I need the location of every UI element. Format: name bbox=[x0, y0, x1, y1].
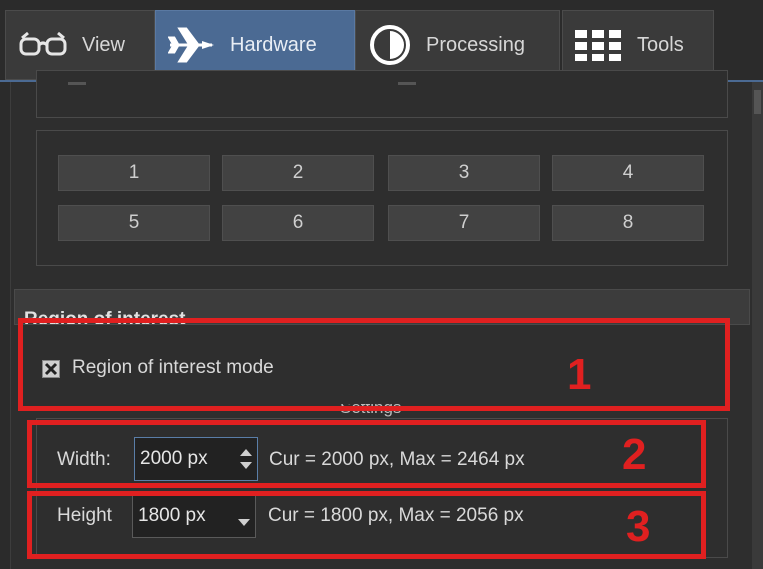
button-group-box bbox=[36, 130, 728, 266]
cut-off-control bbox=[398, 82, 416, 85]
glasses-icon bbox=[18, 30, 68, 60]
contrast-icon bbox=[368, 23, 412, 67]
button-6[interactable]: 6 bbox=[222, 205, 374, 241]
airplane-icon bbox=[168, 25, 216, 65]
annotation-number-3: 3 bbox=[626, 502, 651, 551]
scrollbar-thumb[interactable] bbox=[754, 90, 761, 114]
cut-off-control bbox=[68, 82, 86, 85]
grid-icon bbox=[573, 28, 623, 62]
tab-view-label: View bbox=[82, 33, 125, 56]
button-3[interactable]: 3 bbox=[388, 155, 540, 191]
upper-group-box bbox=[36, 70, 728, 118]
button-5[interactable]: 5 bbox=[58, 205, 210, 241]
tab-tools-label: Tools bbox=[637, 33, 684, 56]
annotation-box-3 bbox=[27, 491, 706, 559]
button-8[interactable]: 8 bbox=[552, 205, 704, 241]
vertical-scrollbar[interactable] bbox=[752, 82, 763, 569]
annotation-box-2 bbox=[27, 420, 706, 488]
annotation-number-2: 2 bbox=[622, 430, 647, 479]
button-1[interactable]: 1 bbox=[58, 155, 210, 191]
annotation-number-1: 1 bbox=[567, 350, 592, 399]
button-7[interactable]: 7 bbox=[388, 205, 540, 241]
tab-hardware-label: Hardware bbox=[230, 33, 317, 56]
button-2[interactable]: 2 bbox=[222, 155, 374, 191]
button-4[interactable]: 4 bbox=[552, 155, 704, 191]
tab-processing-label: Processing bbox=[426, 33, 525, 56]
annotation-box-1 bbox=[18, 318, 730, 411]
